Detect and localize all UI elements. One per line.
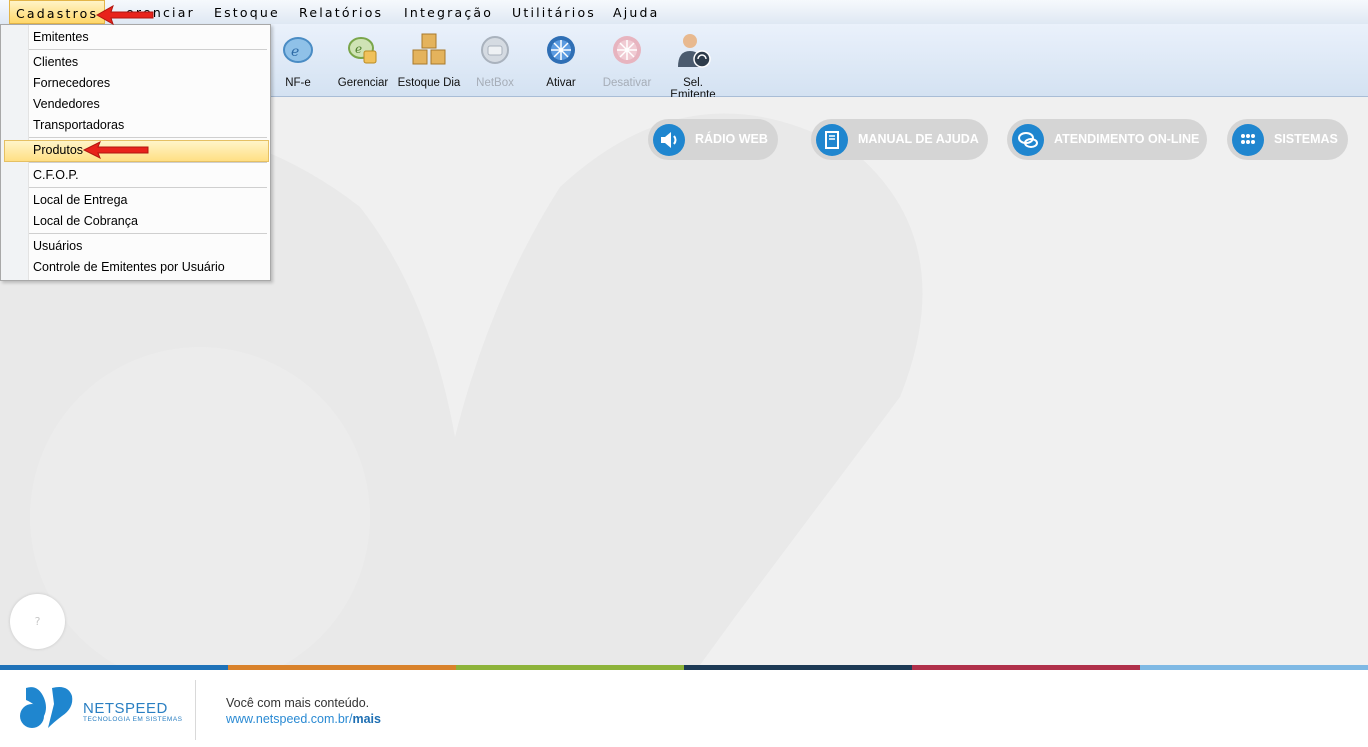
- atendimento-online-label: ATENDIMENTO ON-LINE: [1054, 132, 1200, 146]
- user-select-icon: [678, 34, 711, 68]
- menu-separator: [29, 187, 267, 188]
- activate-icon: [547, 36, 575, 64]
- toolbar-nfe-button[interactable]: e NF-e: [266, 27, 330, 93]
- toolbar-estoque-button[interactable]: Estoque Dia: [397, 27, 461, 93]
- atendimento-online-button[interactable]: ATENDIMENTO ON-LINE: [1007, 119, 1207, 160]
- manual-ajuda-label: MANUAL DE AJUDA: [858, 132, 979, 146]
- speaker-icon: [653, 124, 685, 156]
- toolbar-ativar-label: Ativar: [546, 77, 576, 89]
- toolbar-netbox-label: NetBox: [476, 77, 514, 89]
- toolbar-gerenciar-button[interactable]: e Gerenciar: [331, 27, 395, 93]
- menu-utilitarios[interactable]: Utilitários: [512, 5, 596, 20]
- boxes-icon: [412, 33, 446, 65]
- annotation-arrow-menu: [95, 4, 154, 26]
- toolbar-gerenciar-label: Gerenciar: [337, 77, 389, 89]
- menu-relatorios[interactable]: Relatórios: [299, 5, 383, 20]
- toolbar-desativar-button: Desativar: [595, 27, 659, 93]
- manual-ajuda-button[interactable]: MANUAL DE AJUDA: [811, 119, 988, 160]
- menu-item-fornecedores[interactable]: Fornecedores: [33, 76, 110, 90]
- menu-integracao[interactable]: Integração: [404, 5, 493, 20]
- deactivate-icon: [613, 36, 641, 64]
- footer-tagline: Você com mais conteúdo.: [226, 696, 370, 710]
- menu-item-controle-emitentes[interactable]: Controle de Emitentes por Usuário: [33, 260, 225, 274]
- chat-icon: [1012, 124, 1044, 156]
- footer-divider: [195, 680, 196, 740]
- menu-item-vendedores[interactable]: Vendedores: [33, 97, 100, 111]
- netbox-icon: [481, 36, 509, 64]
- svg-text:e: e: [355, 42, 362, 56]
- sistemas-button[interactable]: SISTEMAS: [1227, 119, 1348, 160]
- menu-item-clientes[interactable]: Clientes: [33, 55, 78, 69]
- netspeed-logo: [20, 687, 73, 728]
- menu-separator: [29, 49, 267, 50]
- footer: NETSPEED TECNOLOGIA EM SISTEMAS Você com…: [0, 670, 1368, 747]
- menu-item-produtos[interactable]: Produtos: [33, 143, 83, 157]
- menu-separator: [29, 162, 267, 163]
- menu-item-emitentes[interactable]: Emitentes: [33, 30, 89, 44]
- menu-separator: [29, 233, 267, 234]
- help-bubble-button[interactable]: ?: [10, 594, 65, 649]
- menu-item-transportadoras[interactable]: Transportadoras: [33, 118, 124, 132]
- toolbar-sel-emitente-button[interactable]: Sel. Emitente: [661, 27, 725, 101]
- footer-link-suffix: mais: [352, 712, 381, 726]
- toolbar-netbox-button: NetBox: [463, 27, 527, 93]
- sistemas-label: SISTEMAS: [1274, 132, 1338, 146]
- grid-icon: [1232, 124, 1264, 156]
- menu-item-usuarios[interactable]: Usuários: [33, 239, 82, 253]
- toolbar-nfe-label: NF-e: [285, 77, 311, 89]
- nfe-manage-icon: e: [348, 37, 377, 64]
- brand-name: NETSPEED: [83, 700, 168, 717]
- toolbar-estoque-label: Estoque Dia: [397, 77, 461, 89]
- book-icon: [816, 124, 848, 156]
- annotation-arrow-produtos: [82, 140, 149, 160]
- menu-separator: [29, 137, 267, 138]
- toolbar-ativar-button[interactable]: Ativar: [529, 27, 593, 93]
- menu-bar: Cadastros erenciar Estoque Relatórios In…: [0, 0, 1368, 25]
- radio-web-label: RÁDIO WEB: [695, 132, 768, 146]
- brand-tagline: TECNOLOGIA EM SISTEMAS: [83, 716, 183, 723]
- radio-web-button[interactable]: RÁDIO WEB: [648, 119, 778, 160]
- toolbar-desativar-label: Desativar: [602, 77, 652, 89]
- menu-ajuda[interactable]: Ajuda: [613, 5, 660, 20]
- svg-text:e: e: [291, 44, 299, 60]
- nfe-icon: e: [283, 37, 313, 63]
- footer-link[interactable]: www.netspeed.com.br/mais: [226, 712, 381, 726]
- menu-item-cfop[interactable]: C.F.O.P.: [33, 168, 79, 182]
- menu-item-local-cobranca[interactable]: Local de Cobrança: [33, 214, 138, 228]
- menu-cadastros[interactable]: Cadastros: [9, 0, 106, 24]
- menu-estoque[interactable]: Estoque: [214, 5, 280, 20]
- footer-link-prefix: www.netspeed.com.br/: [226, 712, 353, 726]
- menu-item-local-entrega[interactable]: Local de Entrega: [33, 193, 128, 207]
